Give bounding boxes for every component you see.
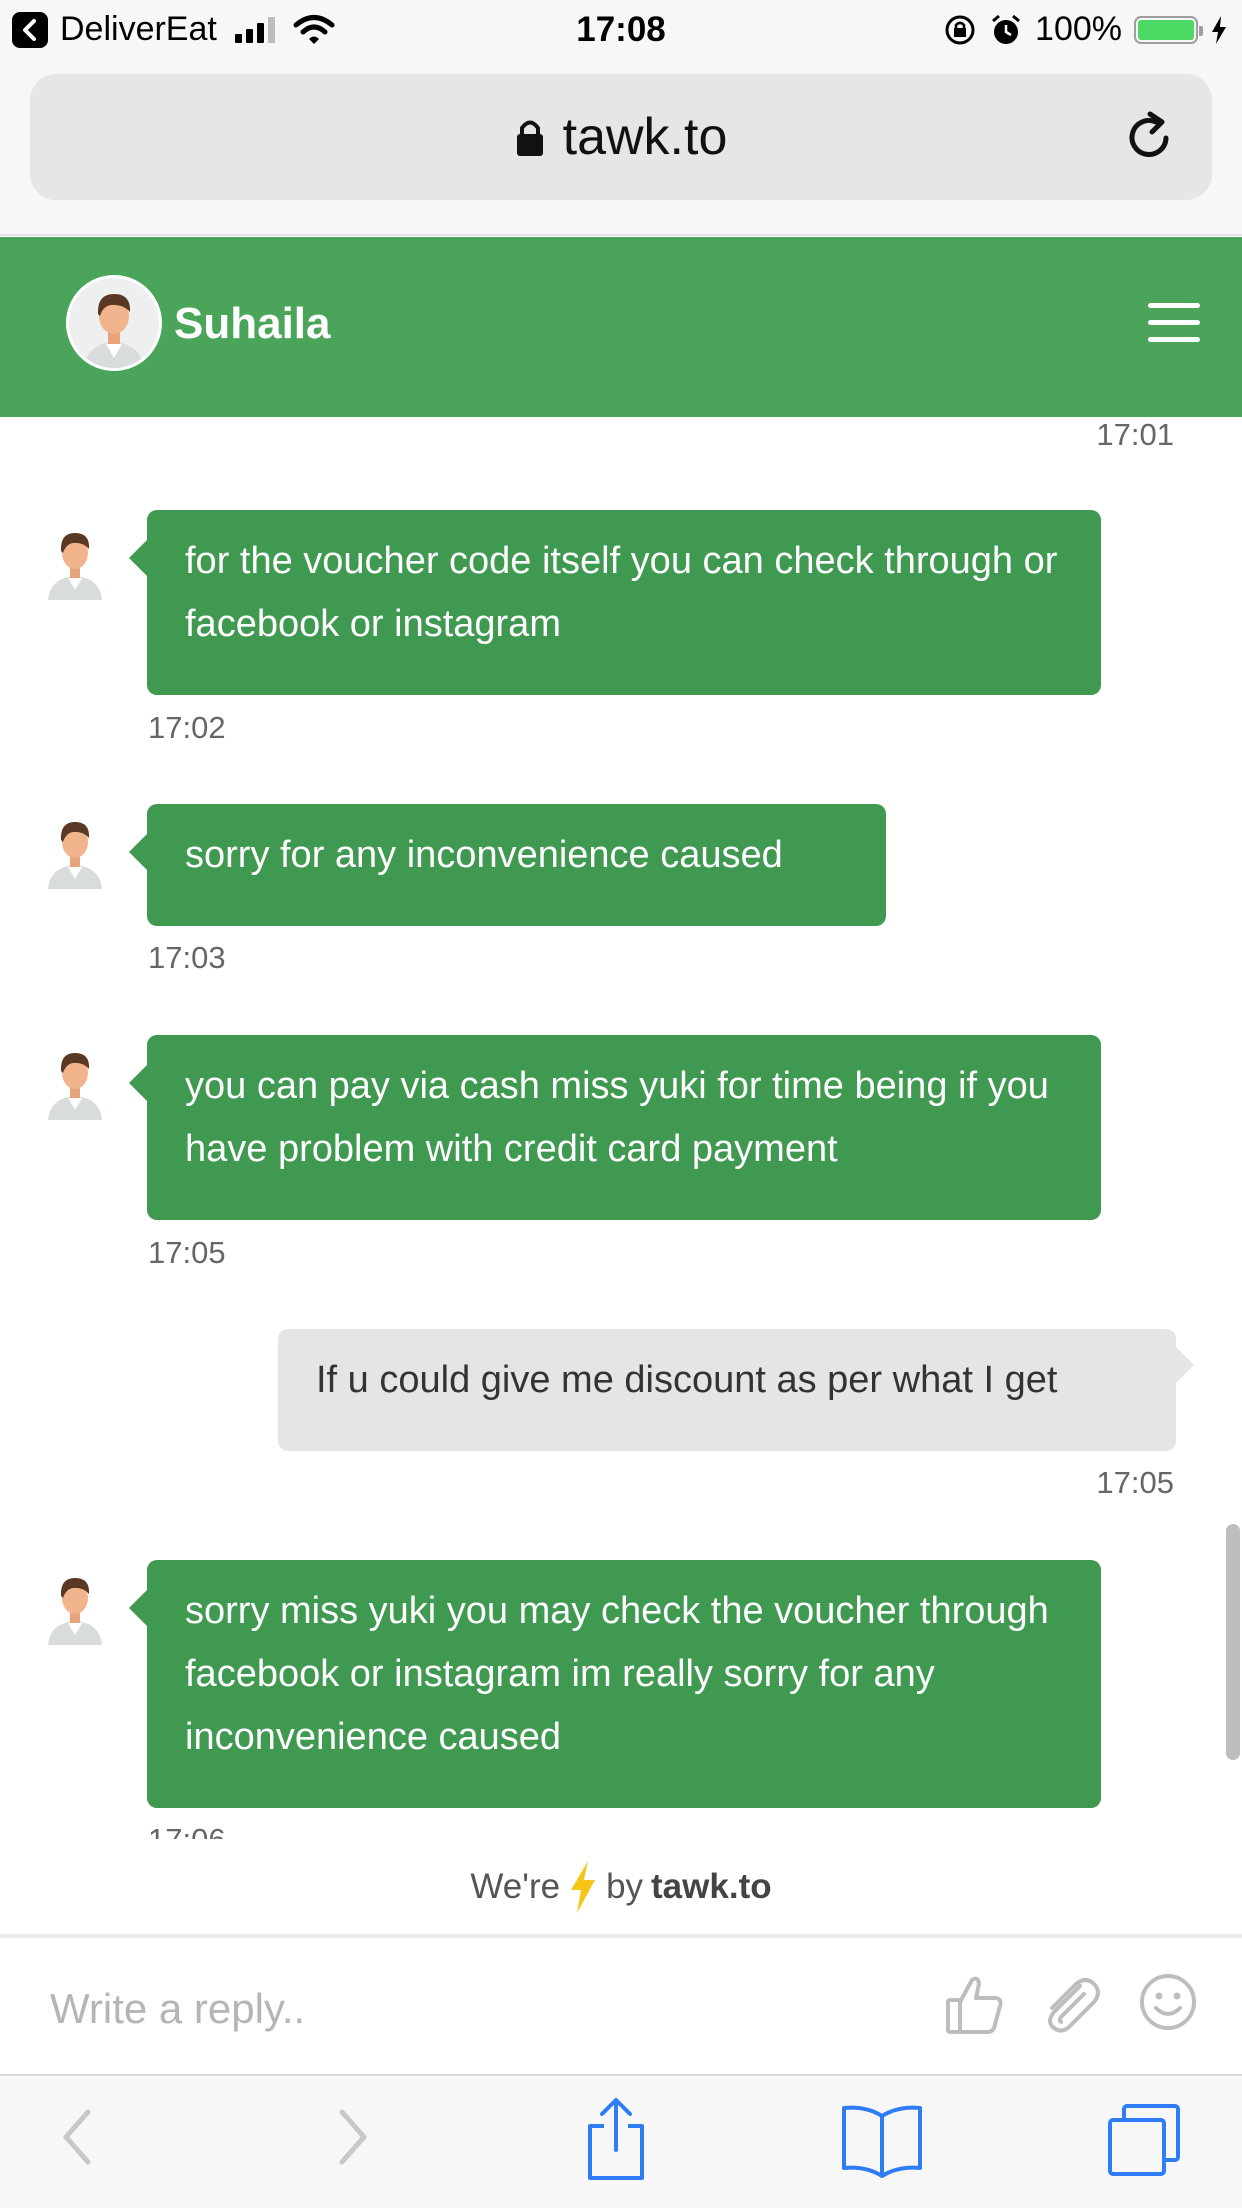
forward-icon[interactable] <box>330 2102 374 2172</box>
message-time: 17:03 <box>148 940 226 975</box>
status-right: 100% <box>943 10 1228 49</box>
thumbs-up-icon[interactable] <box>944 1972 1006 2038</box>
agent-avatar-icon <box>84 294 144 368</box>
message-bubble: sorry miss yuki you may check the vouche… <box>129 1560 1101 1808</box>
message-time: 17:05 <box>1096 1465 1174 1500</box>
message-time: 17:01 <box>1096 417 1174 452</box>
agent-avatar <box>66 275 162 371</box>
agent-avatar-icon <box>48 822 102 889</box>
reply-input[interactable] <box>48 1958 872 2060</box>
chat-menu-button[interactable] <box>1148 303 1200 343</box>
agent-avatar-icon <box>48 1053 102 1120</box>
url-text[interactable]: tawk.to <box>563 107 728 167</box>
browser-toolbar <box>0 2074 1242 2208</box>
agent-avatar-icon <box>48 1578 102 1645</box>
powered-prefix: We're <box>470 1867 561 1906</box>
powered-brand-link[interactable]: tawk.to <box>651 1867 772 1907</box>
powered-middle: by <box>606 1867 644 1906</box>
reload-icon[interactable] <box>1122 110 1176 164</box>
address-display[interactable]: tawk.to <box>30 74 1212 200</box>
lock-icon <box>516 120 543 156</box>
message-bubble: you can pay via cash miss yuki for time … <box>129 1035 1101 1220</box>
address-bar[interactable]: tawk.to <box>30 74 1212 200</box>
message-bubble: sorry for any inconvenience caused <box>129 804 886 926</box>
message-bubble: If u could give me discount as per what … <box>278 1329 1194 1451</box>
battery-level <box>1138 19 1194 40</box>
agent-name: Suhaila <box>174 299 331 348</box>
chat-messages[interactable]: 17:01 for the voucher code itself you ca… <box>0 417 1242 1839</box>
agent-avatar-icon <box>48 533 102 600</box>
message-bubble: for the voucher code itself you can chec… <box>129 510 1101 695</box>
tabs-icon[interactable] <box>1106 2102 1182 2178</box>
paperclip-icon[interactable] <box>1040 1972 1104 2038</box>
reply-composer <box>0 1934 1242 2074</box>
message-time: 17:02 <box>148 710 226 745</box>
share-icon[interactable] <box>584 2096 648 2182</box>
chat-scrollbar[interactable] <box>1226 1524 1240 1760</box>
message-time: 17:05 <box>148 1235 226 1270</box>
charging-icon <box>1212 15 1226 44</box>
bookmarks-icon[interactable] <box>840 2102 924 2178</box>
battery-percent: 100% <box>1035 10 1122 48</box>
back-icon[interactable] <box>56 2102 100 2172</box>
alarm-icon <box>992 14 1020 44</box>
orientation-lock-icon <box>945 15 975 44</box>
powered-by: We're by tawk.to <box>0 1840 1242 1934</box>
status-bar: DeliverEat 17:08 100% <box>0 0 1242 62</box>
lightning-bolt-icon <box>571 1861 596 1913</box>
chat-header: Suhaila <box>0 237 1242 417</box>
smiley-icon[interactable] <box>1138 1972 1198 2032</box>
message-time: 17:06 <box>148 1822 226 1839</box>
battery-icon <box>1134 15 1203 44</box>
browser-url-area: tawk.to <box>0 62 1242 236</box>
